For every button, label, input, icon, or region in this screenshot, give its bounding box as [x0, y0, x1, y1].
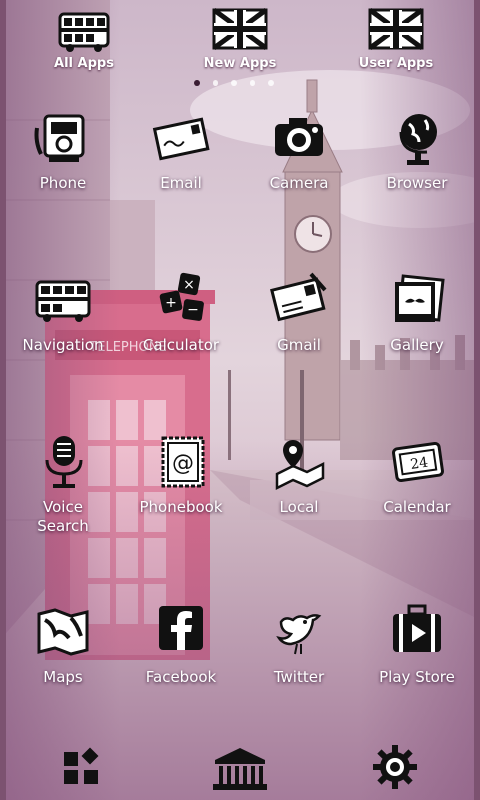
envelope-icon: [152, 117, 210, 161]
app-label: Calculator: [142, 336, 220, 354]
app-phone[interactable]: Phone: [4, 106, 122, 200]
app-label: Gallery: [390, 336, 444, 354]
union-jack-icon: [212, 7, 268, 51]
stamp-at-icon: @: [161, 436, 205, 488]
app-facebook[interactable]: Facebook: [122, 600, 240, 694]
tab-new-apps[interactable]: New Apps: [180, 4, 300, 76]
app-label: Calendar: [383, 498, 451, 516]
app-voice-search[interactable]: Voice Search: [4, 430, 122, 535]
app-label: Facebook: [145, 668, 217, 686]
widgets-icon[interactable]: [60, 746, 104, 790]
microphone-icon: [45, 436, 83, 488]
tab-user-apps[interactable]: User Apps: [336, 4, 456, 76]
bottom-dock: [0, 738, 480, 800]
app-local[interactable]: Local: [240, 430, 358, 524]
bus-icon: [58, 12, 110, 52]
app-play-store[interactable]: Play Store: [358, 600, 476, 694]
dice-calculator-icon: × + −: [159, 272, 204, 321]
app-label: Navigation: [22, 336, 104, 354]
svg-text:+: +: [165, 295, 177, 311]
museum-icon[interactable]: [211, 746, 269, 792]
facebook-icon: [159, 606, 203, 650]
app-phonebook[interactable]: @ Phonebook: [122, 430, 240, 524]
globe-icon: [399, 114, 437, 165]
app-email[interactable]: Email: [122, 106, 240, 200]
tab-label: New Apps: [203, 56, 277, 71]
postcard-icon: [270, 272, 327, 322]
tab-label: User Apps: [358, 56, 434, 71]
bird-icon: [276, 614, 322, 655]
app-browser[interactable]: Browser: [358, 106, 476, 200]
app-camera[interactable]: Camera: [240, 106, 358, 200]
app-label: Twitter: [273, 668, 325, 686]
app-label: Play Store: [379, 668, 455, 686]
app-label: Gmail: [277, 336, 321, 354]
tab-all-apps[interactable]: All Apps: [24, 4, 144, 76]
page-dot[interactable]: [249, 80, 256, 86]
ticket-24-icon: 24: [392, 441, 444, 483]
app-navigation[interactable]: Navigation: [4, 268, 122, 362]
union-jack-icon: [368, 7, 424, 51]
page-dot[interactable]: [194, 80, 200, 86]
app-label: Phonebook: [139, 498, 223, 516]
app-label: Browser: [386, 174, 448, 192]
app-label: Camera: [269, 174, 329, 192]
page-indicator: [194, 80, 274, 88]
svg-text:@: @: [172, 451, 194, 476]
app-label: Local: [279, 498, 319, 516]
photo-mustache-icon: [395, 274, 445, 322]
telephone-icon: [34, 114, 85, 162]
bus-icon: [35, 280, 91, 322]
app-label: Email: [160, 174, 202, 192]
page-dot[interactable]: [212, 80, 219, 86]
suitcase-play-icon: [393, 604, 441, 652]
svg-text:24: 24: [409, 455, 429, 473]
svg-text:×: ×: [183, 277, 195, 293]
svg-text:−: −: [187, 302, 199, 318]
map-icon: [37, 608, 89, 656]
app-twitter[interactable]: Twitter: [240, 600, 358, 694]
app-label: Maps: [43, 668, 83, 686]
app-label: Voice Search: [37, 498, 89, 535]
app-gallery[interactable]: Gallery: [358, 268, 476, 362]
pin-map-icon: [275, 440, 325, 491]
gear-icon[interactable]: [372, 744, 418, 790]
tab-label: All Apps: [54, 56, 114, 71]
app-label: Phone: [39, 174, 87, 192]
camera-icon: [275, 118, 323, 156]
app-gmail[interactable]: Gmail: [240, 268, 358, 362]
page-dot[interactable]: [268, 80, 274, 86]
app-calculator[interactable]: × + − Calculator: [122, 268, 240, 362]
page-dot[interactable]: [231, 80, 237, 86]
app-calendar[interactable]: 24 Calendar: [358, 430, 476, 524]
app-maps[interactable]: Maps: [4, 600, 122, 694]
